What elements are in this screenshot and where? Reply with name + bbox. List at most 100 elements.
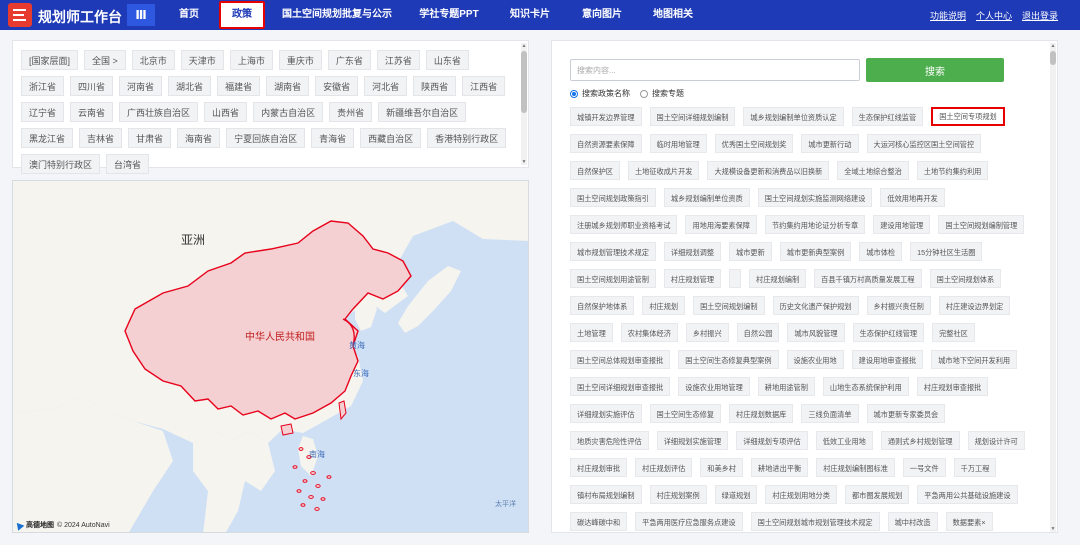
topic-tag[interactable]: 详细规划调整 <box>663 242 722 261</box>
topic-tag[interactable]: 千万工程 <box>953 458 997 477</box>
region-tag[interactable]: 江西省 <box>462 76 506 96</box>
topic-tag[interactable]: 村庄规划用地分类 <box>765 485 837 504</box>
topic-tag[interactable]: 国土空间规划城市规划管理技术规定 <box>750 512 880 531</box>
nav-knowledge-cards[interactable]: 知识卡片 <box>502 0 558 30</box>
topic-tag[interactable]: 村庄规划审查报批 <box>916 377 989 396</box>
topic-tag[interactable]: 历史文化遗产保护规划 <box>772 296 859 315</box>
topic-tag[interactable]: 耕地用途管制 <box>757 377 815 396</box>
topic-tag[interactable]: 平急两用医疗应急服务点建设 <box>635 512 743 531</box>
topic-tag[interactable]: 用地用海要素保障 <box>685 215 757 234</box>
region-scrollbar[interactable]: ▲ ▼ <box>521 43 527 165</box>
region-tag[interactable]: 新疆维吾尔自治区 <box>378 102 467 122</box>
region-tag[interactable]: 广西壮族自治区 <box>119 102 199 122</box>
topic-tag[interactable]: 绿道规划 <box>714 485 758 504</box>
topic-tag[interactable]: 大运河核心监控区国土空间管控 <box>866 134 982 153</box>
region-tag[interactable]: 四川省 <box>70 76 114 96</box>
topic-tag[interactable]: 山地生态系统保护利用 <box>822 377 909 396</box>
topic-tag[interactable]: 国土空间规划编制管理 <box>938 215 1025 234</box>
region-tag[interactable]: 江苏省 <box>376 50 420 70</box>
topic-tag[interactable]: 节约集约用地论证分析专章 <box>764 215 866 234</box>
topic-tag[interactable]: 全域土地综合整治 <box>837 161 909 180</box>
topic-tag[interactable]: 详细规划实施管理 <box>656 431 729 450</box>
topic-tag[interactable]: 国土空间生态修复典型案例 <box>678 350 779 369</box>
topic-tag[interactable]: 和美乡村 <box>700 458 744 477</box>
region-tag[interactable]: 全国 > <box>84 50 126 70</box>
radio-unchecked-icon[interactable] <box>640 89 648 98</box>
nav-images[interactable]: 意向图片 <box>574 0 630 30</box>
topic-tag[interactable]: 村庄规划编制 <box>749 269 807 288</box>
region-tag[interactable]: 天津市 <box>180 50 224 70</box>
topic-tag[interactable]: 详细规划实施评估 <box>570 404 642 423</box>
topic-tag[interactable]: 城市更新行动 <box>801 134 859 153</box>
region-tag[interactable]: 辽宁省 <box>21 102 65 122</box>
topic-tag[interactable]: 详细规划专项评估 <box>736 431 808 450</box>
region-tag[interactable]: 福建省 <box>217 76 261 96</box>
topic-tag[interactable]: 数据要素× <box>945 512 993 531</box>
region-tag[interactable]: 澳门特别行政区 <box>21 154 101 174</box>
topic-tag[interactable]: 临时用地管理 <box>649 134 707 153</box>
region-tag[interactable]: 吉林省 <box>79 128 123 148</box>
topic-tag[interactable]: 城市规划管理技术规定 <box>570 242 656 261</box>
topic-tag[interactable]: 村庄规划管理 <box>663 269 722 288</box>
region-tag[interactable]: 河南省 <box>119 76 163 96</box>
topic-tag[interactable]: 通则式乡村规划管理 <box>880 431 960 450</box>
topic-tag[interactable]: 低效用地再开发 <box>880 188 945 207</box>
topic-tag[interactable]: 自然保护区 <box>570 161 620 180</box>
region-tag[interactable]: 宁夏回族自治区 <box>226 128 306 148</box>
topic-tag[interactable]: 城市风貌管理 <box>787 323 845 342</box>
topic-tag[interactable]: 城乡规划编制单位资质认定 <box>743 107 844 126</box>
topic-tag[interactable]: 村庄规划评估 <box>635 458 693 477</box>
nav-ppt[interactable]: 学社专题PPT <box>412 0 486 30</box>
topic-tag[interactable]: 国土空间规划政策指引 <box>570 188 656 207</box>
topic-tag[interactable]: 乡村振兴责任制 <box>866 296 931 315</box>
topic-tag[interactable]: 建设用地审查报批 <box>851 350 924 369</box>
topic-tag[interactable]: 村庄建设边界划定 <box>938 296 1011 315</box>
nav-plan-approval[interactable]: 国土空间规划批复与公示 <box>278 0 396 30</box>
region-tag[interactable]: 上海市 <box>229 50 273 70</box>
topic-tag[interactable]: 自然保护地体系 <box>570 296 635 315</box>
radio-checked-icon[interactable] <box>570 89 578 98</box>
region-tag[interactable]: 河北省 <box>364 76 408 96</box>
region-tag[interactable]: 香港特别行政区 <box>427 128 507 148</box>
topic-tag[interactable]: 耕地进出平衡 <box>751 458 809 477</box>
topic-tag[interactable]: 自然公园 <box>736 323 780 342</box>
region-tag[interactable]: 山西省 <box>204 102 248 122</box>
topic-tag[interactable]: 一号文件 <box>902 458 946 477</box>
topic-tag[interactable]: 低效工业用地 <box>815 431 873 450</box>
topic-tag[interactable]: 城中村改造 <box>887 512 938 531</box>
topic-tag[interactable]: 城市更新 <box>729 242 772 261</box>
topic-tag[interactable]: 大规模设备更新和消费品以旧换新 <box>707 161 830 180</box>
topic-tag[interactable]: 注册城乡规划师职业资格考试 <box>570 215 678 234</box>
china-map[interactable]: 亚洲 中华人民共和国 黄海 东海 南海 太平洋 高德地图 © 2024 Auto… <box>12 180 529 533</box>
topic-tag[interactable]: 城市地下空间开发利用 <box>931 350 1018 369</box>
topic-tag[interactable]: 城市体检 <box>859 242 903 261</box>
topic-tag[interactable]: 国土空间规划实施监测网络建设 <box>757 188 873 207</box>
topic-tag[interactable]: 村庄规划案例 <box>649 485 707 504</box>
topic-tag[interactable]: 完整社区 <box>932 323 975 342</box>
logout-link[interactable]: 退出登录 <box>1022 9 1058 22</box>
topic-tag[interactable]: 地质灾害危险性评估 <box>570 431 649 450</box>
search-input[interactable] <box>570 59 860 81</box>
topic-tag[interactable]: 土地节约集约利用 <box>916 161 989 180</box>
topic-tag[interactable]: 乡村振兴 <box>685 323 729 342</box>
region-tag[interactable]: 湖南省 <box>266 76 310 96</box>
topic-tag[interactable]: 土地管理 <box>570 323 613 342</box>
region-tag[interactable]: 云南省 <box>70 102 114 122</box>
topic-tag[interactable]: 15分钟社区生活圈 <box>910 242 983 261</box>
region-tag[interactable]: 重庆市 <box>278 50 322 70</box>
topic-tag[interactable]: 百县千镇万村高质量发展工程 <box>814 269 922 288</box>
topic-tag[interactable]: 村庄规划审批 <box>570 458 628 477</box>
region-tag[interactable]: 甘肃省 <box>128 128 172 148</box>
region-tag[interactable]: 湖北省 <box>168 76 212 96</box>
region-tag[interactable]: [国家层面] <box>21 50 79 70</box>
topic-tag[interactable]: 碳达峰碳中和 <box>570 512 628 531</box>
topic-tag[interactable]: 国土空间生态修复 <box>649 404 722 423</box>
region-tag[interactable]: 贵州省 <box>329 102 373 122</box>
topic-tag-highlighted[interactable]: 国土空间专项规划 <box>931 107 1005 126</box>
topic-tag[interactable]: 自然资源要素保障 <box>570 134 642 153</box>
topic-tag[interactable]: 国土空间详细规划编制 <box>649 107 736 126</box>
topic-tag[interactable]: 城镇开发边界管理 <box>570 107 642 126</box>
region-tag[interactable]: 西藏自治区 <box>360 128 422 148</box>
topic-tag[interactable]: 三线负面清单 <box>801 404 859 423</box>
help-link[interactable]: 功能说明 <box>930 9 966 22</box>
